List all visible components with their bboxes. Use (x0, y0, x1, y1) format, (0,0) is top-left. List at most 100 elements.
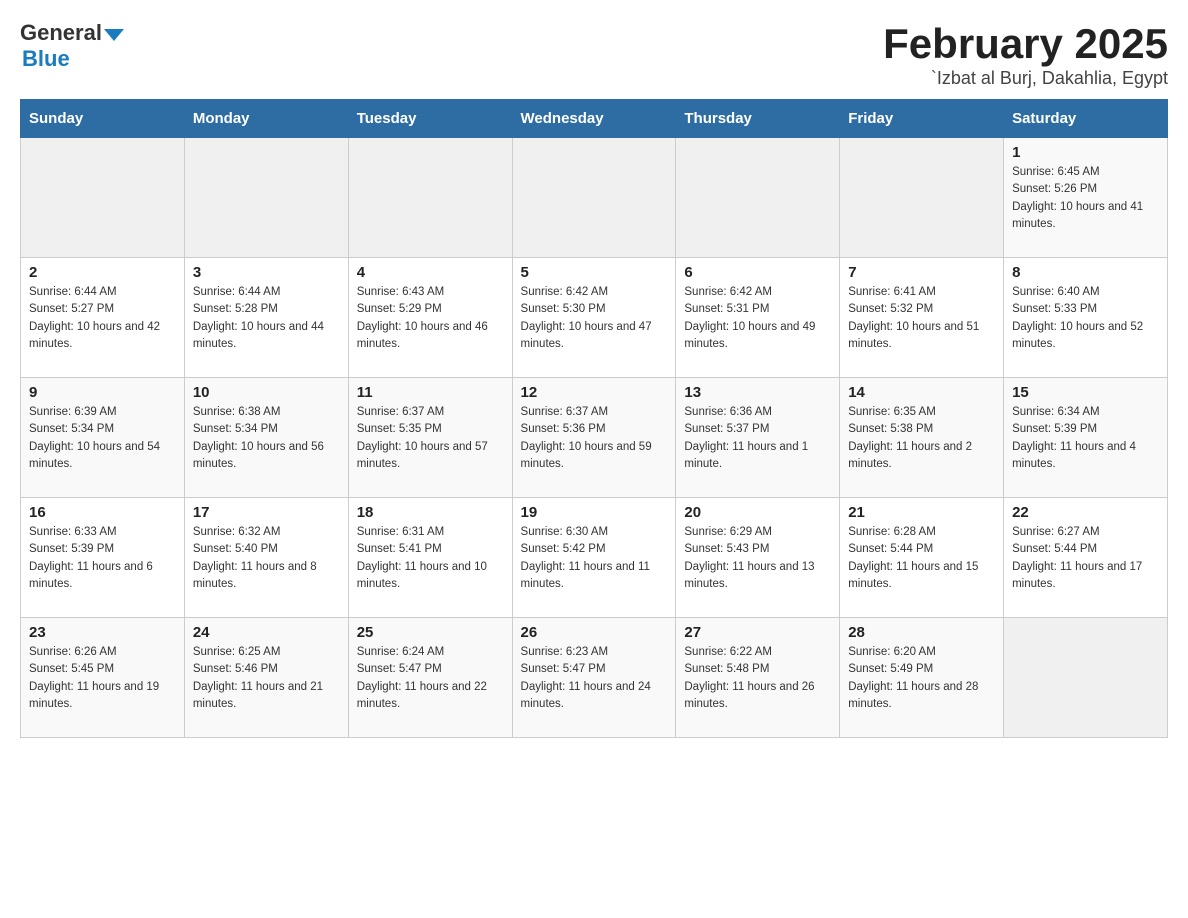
calendar-week-row: 2 Sunrise: 6:44 AM Sunset: 5:27 PM Daylig… (21, 258, 1168, 378)
day-number: 5 (521, 264, 668, 281)
day-info: Sunrise: 6:24 AM Sunset: 5:47 PM Dayligh… (357, 644, 504, 713)
day-info: Sunrise: 6:45 AM Sunset: 5:26 PM Dayligh… (1012, 164, 1159, 233)
day-number: 14 (848, 384, 995, 401)
calendar-cell (840, 138, 1004, 258)
day-number: 27 (684, 624, 831, 641)
day-info: Sunrise: 6:26 AM Sunset: 5:45 PM Dayligh… (29, 644, 176, 713)
calendar-table: SundayMondayTuesdayWednesdayThursdayFrid… (20, 99, 1168, 738)
calendar-cell: 6Sunrise: 6:42 AM Sunset: 5:31 PM Daylig… (676, 258, 840, 378)
calendar-cell: 8Sunrise: 6:40 AM Sunset: 5:33 PM Daylig… (1004, 258, 1168, 378)
column-header-wednesday: Wednesday (512, 100, 676, 138)
day-number: 25 (357, 624, 504, 641)
calendar-cell: 9Sunrise: 6:39 AM Sunset: 5:34 PM Daylig… (21, 378, 185, 498)
logo-blue-text: Blue (22, 46, 70, 72)
logo-general-text: General (20, 20, 102, 46)
calendar-cell (184, 138, 348, 258)
day-number: 22 (1012, 504, 1159, 521)
day-number: 24 (193, 624, 340, 641)
day-number: 7 (848, 264, 995, 281)
calendar-cell: 16 Sunrise: 6:33 AM Sunset: 5:39 PM Dayli… (21, 498, 185, 618)
day-number: 21 (848, 504, 995, 521)
calendar-week-row: 1 Sunrise: 6:45 AM Sunset: 5:26 PM Daylig… (21, 138, 1168, 258)
calendar-header-row: SundayMondayTuesdayWednesdayThursdayFrid… (21, 100, 1168, 138)
day-info: Sunrise: 6:20 AM Sunset: 5:49 PM Dayligh… (848, 644, 995, 713)
column-header-saturday: Saturday (1004, 100, 1168, 138)
calendar-cell: 25 Sunrise: 6:24 AM Sunset: 5:47 PM Dayli… (348, 618, 512, 738)
day-info: Sunrise: 6:38 AM Sunset: 5:34 PM Dayligh… (193, 404, 340, 473)
day-number: 4 (357, 264, 504, 281)
day-info: Sunrise: 6:37 AM Sunset: 5:35 PM Dayligh… (357, 404, 504, 473)
day-number: 3 (193, 264, 340, 281)
logo-arrow-icon (104, 29, 124, 41)
column-header-tuesday: Tuesday (348, 100, 512, 138)
calendar-cell: 28 Sunrise: 6:20 AM Sunset: 5:49 PM Dayli… (840, 618, 1004, 738)
calendar-cell: 19 Sunrise: 6:30 AM Sunset: 5:42 PM Dayli… (512, 498, 676, 618)
calendar-cell: 10 Sunrise: 6:38 AM Sunset: 5:34 PM Dayli… (184, 378, 348, 498)
day-info: Sunrise: 6:33 AM Sunset: 5:39 PM Dayligh… (29, 524, 176, 593)
day-number: 2 (29, 264, 176, 281)
day-info: Sunrise: 6:23 AM Sunset: 5:47 PM Dayligh… (521, 644, 668, 713)
day-info: Sunrise: 6:37 AM Sunset: 5:36 PM Dayligh… (521, 404, 668, 473)
day-info: Sunrise: 6:44 AM Sunset: 5:27 PM Dayligh… (29, 284, 176, 353)
calendar-cell (676, 138, 840, 258)
column-header-monday: Monday (184, 100, 348, 138)
day-info: Sunrise: 6:30 AM Sunset: 5:42 PM Dayligh… (521, 524, 668, 593)
day-info: Sunrise: 6:43 AM Sunset: 5:29 PM Dayligh… (357, 284, 504, 353)
day-number: 20 (684, 504, 831, 521)
day-number: 13 (684, 384, 831, 401)
calendar-cell: 4 Sunrise: 6:43 AM Sunset: 5:29 PM Daylig… (348, 258, 512, 378)
location-title: `Izbat al Burj, Dakahlia, Egypt (883, 68, 1168, 89)
day-number: 1 (1012, 144, 1159, 161)
day-info: Sunrise: 6:44 AM Sunset: 5:28 PM Dayligh… (193, 284, 340, 353)
day-number: 10 (193, 384, 340, 401)
day-number: 18 (357, 504, 504, 521)
calendar-week-row: 16 Sunrise: 6:33 AM Sunset: 5:39 PM Dayli… (21, 498, 1168, 618)
calendar-cell: 13Sunrise: 6:36 AM Sunset: 5:37 PM Dayli… (676, 378, 840, 498)
calendar-cell (1004, 618, 1168, 738)
calendar-cell: 26Sunrise: 6:23 AM Sunset: 5:47 PM Dayli… (512, 618, 676, 738)
day-number: 23 (29, 624, 176, 641)
column-header-sunday: Sunday (21, 100, 185, 138)
day-info: Sunrise: 6:32 AM Sunset: 5:40 PM Dayligh… (193, 524, 340, 593)
logo: General Blue (20, 20, 124, 72)
calendar-cell: 3 Sunrise: 6:44 AM Sunset: 5:28 PM Daylig… (184, 258, 348, 378)
day-info: Sunrise: 6:27 AM Sunset: 5:44 PM Dayligh… (1012, 524, 1159, 593)
calendar-cell: 7 Sunrise: 6:41 AM Sunset: 5:32 PM Daylig… (840, 258, 1004, 378)
column-header-thursday: Thursday (676, 100, 840, 138)
day-number: 19 (521, 504, 668, 521)
day-number: 16 (29, 504, 176, 521)
calendar-cell: 20Sunrise: 6:29 AM Sunset: 5:43 PM Dayli… (676, 498, 840, 618)
day-info: Sunrise: 6:39 AM Sunset: 5:34 PM Dayligh… (29, 404, 176, 473)
calendar-cell: 11 Sunrise: 6:37 AM Sunset: 5:35 PM Dayli… (348, 378, 512, 498)
day-number: 12 (521, 384, 668, 401)
calendar-week-row: 9Sunrise: 6:39 AM Sunset: 5:34 PM Daylig… (21, 378, 1168, 498)
calendar-cell: 23 Sunrise: 6:26 AM Sunset: 5:45 PM Dayli… (21, 618, 185, 738)
calendar-cell: 2 Sunrise: 6:44 AM Sunset: 5:27 PM Daylig… (21, 258, 185, 378)
day-number: 28 (848, 624, 995, 641)
day-info: Sunrise: 6:41 AM Sunset: 5:32 PM Dayligh… (848, 284, 995, 353)
calendar-cell: 22 Sunrise: 6:27 AM Sunset: 5:44 PM Dayli… (1004, 498, 1168, 618)
day-info: Sunrise: 6:40 AM Sunset: 5:33 PM Dayligh… (1012, 284, 1159, 353)
month-title: February 2025 (883, 20, 1168, 68)
calendar-cell: 12 Sunrise: 6:37 AM Sunset: 5:36 PM Dayli… (512, 378, 676, 498)
calendar-cell: 14 Sunrise: 6:35 AM Sunset: 5:38 PM Dayli… (840, 378, 1004, 498)
calendar-cell (348, 138, 512, 258)
column-header-friday: Friday (840, 100, 1004, 138)
calendar-cell: 15 Sunrise: 6:34 AM Sunset: 5:39 PM Dayli… (1004, 378, 1168, 498)
calendar-cell (512, 138, 676, 258)
day-info: Sunrise: 6:42 AM Sunset: 5:30 PM Dayligh… (521, 284, 668, 353)
calendar-week-row: 23 Sunrise: 6:26 AM Sunset: 5:45 PM Dayli… (21, 618, 1168, 738)
calendar-cell: 21 Sunrise: 6:28 AM Sunset: 5:44 PM Dayli… (840, 498, 1004, 618)
day-number: 11 (357, 384, 504, 401)
calendar-cell: 5 Sunrise: 6:42 AM Sunset: 5:30 PM Daylig… (512, 258, 676, 378)
day-info: Sunrise: 6:35 AM Sunset: 5:38 PM Dayligh… (848, 404, 995, 473)
calendar-cell: 27 Sunrise: 6:22 AM Sunset: 5:48 PM Dayli… (676, 618, 840, 738)
day-info: Sunrise: 6:28 AM Sunset: 5:44 PM Dayligh… (848, 524, 995, 593)
day-number: 15 (1012, 384, 1159, 401)
title-block: February 2025 `Izbat al Burj, Dakahlia, … (883, 20, 1168, 89)
calendar-cell: 1 Sunrise: 6:45 AM Sunset: 5:26 PM Daylig… (1004, 138, 1168, 258)
calendar-cell: 17Sunrise: 6:32 AM Sunset: 5:40 PM Dayli… (184, 498, 348, 618)
day-info: Sunrise: 6:34 AM Sunset: 5:39 PM Dayligh… (1012, 404, 1159, 473)
day-info: Sunrise: 6:22 AM Sunset: 5:48 PM Dayligh… (684, 644, 831, 713)
calendar-cell (21, 138, 185, 258)
